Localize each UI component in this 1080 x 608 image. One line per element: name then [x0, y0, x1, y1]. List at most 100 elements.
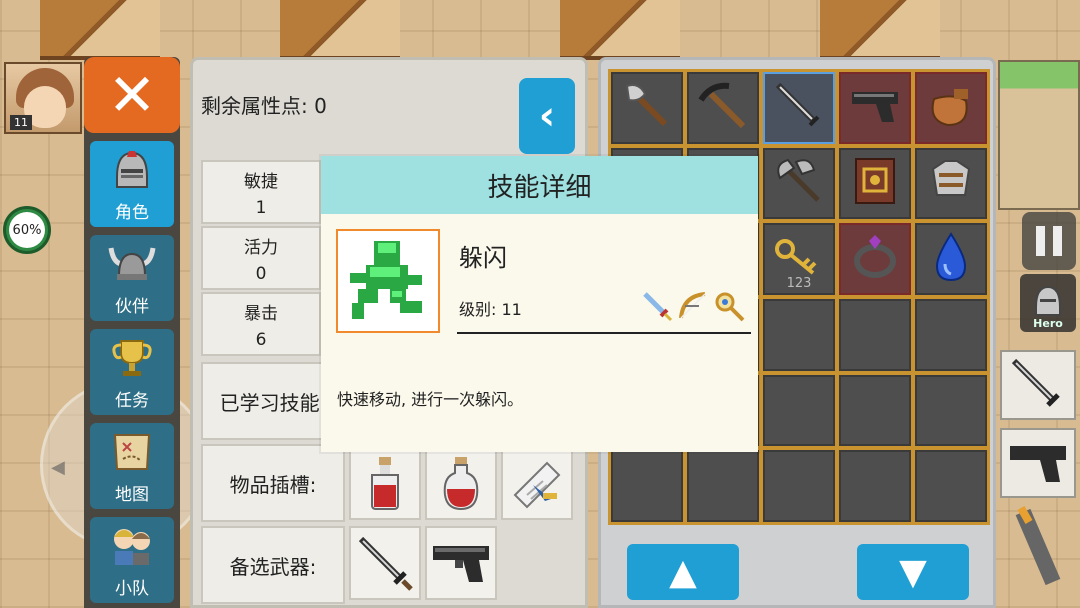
- tab-companion-label: 伙伴: [115, 297, 149, 317]
- divider: [457, 332, 751, 334]
- quick-weapon-pistol[interactable]: [1000, 428, 1076, 498]
- knight-helmet-icon: [1035, 285, 1061, 316]
- inventory-slot[interactable]: [915, 374, 987, 447]
- stat-agility[interactable]: 敏捷 1: [201, 160, 321, 224]
- hero-button[interactable]: Hero: [1020, 274, 1076, 332]
- inventory-slot[interactable]: [915, 147, 987, 220]
- inventory-slot[interactable]: [687, 72, 759, 144]
- bow-class-icon: [679, 292, 706, 319]
- sword-icon: [1011, 358, 1060, 407]
- tab-character[interactable]: 角色: [90, 141, 174, 227]
- inventory-slot[interactable]: [763, 147, 835, 220]
- stat-crit[interactable]: 暴击 6: [201, 292, 321, 356]
- inventory-slot[interactable]: [763, 298, 835, 371]
- remaining-points-label: 剩余属性点: 0: [201, 94, 327, 118]
- inventory-slot[interactable]: [915, 450, 987, 522]
- battle-axe-icon: [772, 154, 826, 212]
- backup-weapon-slot-2[interactable]: [425, 526, 497, 600]
- modal-title: 技能详细: [487, 172, 592, 203]
- map-scroll-icon: [107, 428, 157, 476]
- pause-icon: [1036, 226, 1045, 256]
- item-slot-3[interactable]: [501, 446, 573, 520]
- inventory-slot[interactable]: [839, 450, 911, 522]
- inventory-slot[interactable]: 123: [763, 223, 835, 295]
- red-potion-icon: [443, 457, 479, 511]
- spellbook-icon: [850, 155, 900, 211]
- item-count: 123: [786, 275, 812, 291]
- tab-party-label: 小队: [115, 579, 149, 599]
- inventory-slot[interactable]: [839, 223, 911, 295]
- inventory-slot[interactable]: [839, 147, 911, 220]
- stat-crit-value: 6: [255, 329, 267, 350]
- cannon-icon: [1015, 506, 1061, 586]
- skill-detail-modal: 技能详细 躲闪 级别: 11 快速移动, 进行一次躲闪。: [321, 156, 758, 452]
- party-icon: [107, 522, 157, 570]
- ring-icon: [849, 231, 901, 287]
- item-slot-1[interactable]: [349, 446, 421, 520]
- triangle-down-icon: ▼: [899, 551, 927, 593]
- skill-name: 躲闪: [459, 244, 507, 272]
- portrait-level: 11: [10, 115, 32, 130]
- bag-icon: [924, 81, 978, 135]
- axe-icon: [621, 80, 673, 136]
- blue-gem-icon: [931, 230, 971, 288]
- inventory-slot[interactable]: [611, 450, 683, 522]
- sword-icon: [358, 536, 413, 591]
- joystick-left-arrow-icon: ◀: [51, 457, 65, 478]
- close-button[interactable]: ✕: [84, 57, 180, 133]
- pistol-icon: [848, 84, 902, 132]
- quick-weapon-sword[interactable]: [1000, 350, 1076, 420]
- scroll-up-button[interactable]: ▲: [627, 544, 739, 600]
- tent-decoration: [820, 0, 940, 60]
- item-slot-2[interactable]: [425, 446, 497, 520]
- chevron-left-icon: ‹: [538, 93, 556, 139]
- quick-weapon-launcher[interactable]: [1000, 506, 1076, 586]
- skill-icon-frame: [336, 229, 440, 333]
- stat-agility-value: 1: [255, 197, 267, 218]
- tab-map-label: 地图: [115, 485, 149, 505]
- inventory-slot[interactable]: [915, 72, 987, 144]
- item-slots-label: 物品插槽:: [229, 472, 317, 497]
- tab-quest-label: 任务: [115, 391, 149, 411]
- scroll-icon: [513, 461, 561, 509]
- inventory-slot[interactable]: [763, 72, 835, 144]
- backup-weapons-label: 备选武器:: [229, 554, 317, 579]
- skill-class-icons: [641, 290, 745, 322]
- minimap[interactable]: [998, 60, 1080, 210]
- tent-decoration: [280, 0, 400, 60]
- tab-character-label: 角色: [115, 203, 149, 223]
- hero-portrait[interactable]: 11: [4, 62, 82, 134]
- key-icon: [773, 237, 825, 281]
- stat-vitality[interactable]: 活力 0: [201, 226, 321, 290]
- inventory-slot[interactable]: [763, 450, 835, 522]
- inventory-slot[interactable]: [839, 72, 911, 144]
- trophy-icon: [107, 334, 157, 382]
- tab-map[interactable]: 地图: [90, 423, 174, 509]
- back-button[interactable]: ‹: [519, 78, 575, 154]
- inventory-slot[interactable]: [915, 298, 987, 371]
- inventory-slot[interactable]: [915, 223, 987, 295]
- pause-button[interactable]: [1022, 212, 1076, 270]
- inventory-slot[interactable]: [839, 374, 911, 447]
- inventory-slot[interactable]: [611, 72, 683, 144]
- menu-tab-column: ✕ 角色 伙伴 任务 地图 小队: [84, 57, 180, 608]
- horned-helmet-icon: [107, 240, 157, 288]
- backup-weapons-row: 备选武器:: [201, 526, 345, 604]
- sword-icon: [772, 79, 826, 137]
- skill-level: 级别: 11: [459, 300, 522, 319]
- tab-party[interactable]: 小队: [90, 517, 174, 603]
- pistol-icon: [433, 546, 489, 582]
- inventory-slot[interactable]: [839, 298, 911, 371]
- stat-agility-label: 敏捷: [244, 171, 278, 192]
- hero-button-label: Hero: [1033, 317, 1063, 330]
- tab-companion[interactable]: 伙伴: [90, 235, 174, 321]
- inventory-slot[interactable]: [687, 450, 759, 522]
- scroll-down-button[interactable]: ▼: [857, 544, 969, 600]
- backup-weapon-slot-1[interactable]: [349, 526, 421, 600]
- skill-description: 快速移动, 进行一次躲闪。: [337, 390, 524, 409]
- learned-skills-label: 已学习技能:: [219, 390, 327, 415]
- tab-quest[interactable]: 任务: [90, 329, 174, 415]
- close-icon: ✕: [107, 61, 157, 129]
- inventory-slot[interactable]: [763, 374, 835, 447]
- armor-icon: [925, 155, 977, 211]
